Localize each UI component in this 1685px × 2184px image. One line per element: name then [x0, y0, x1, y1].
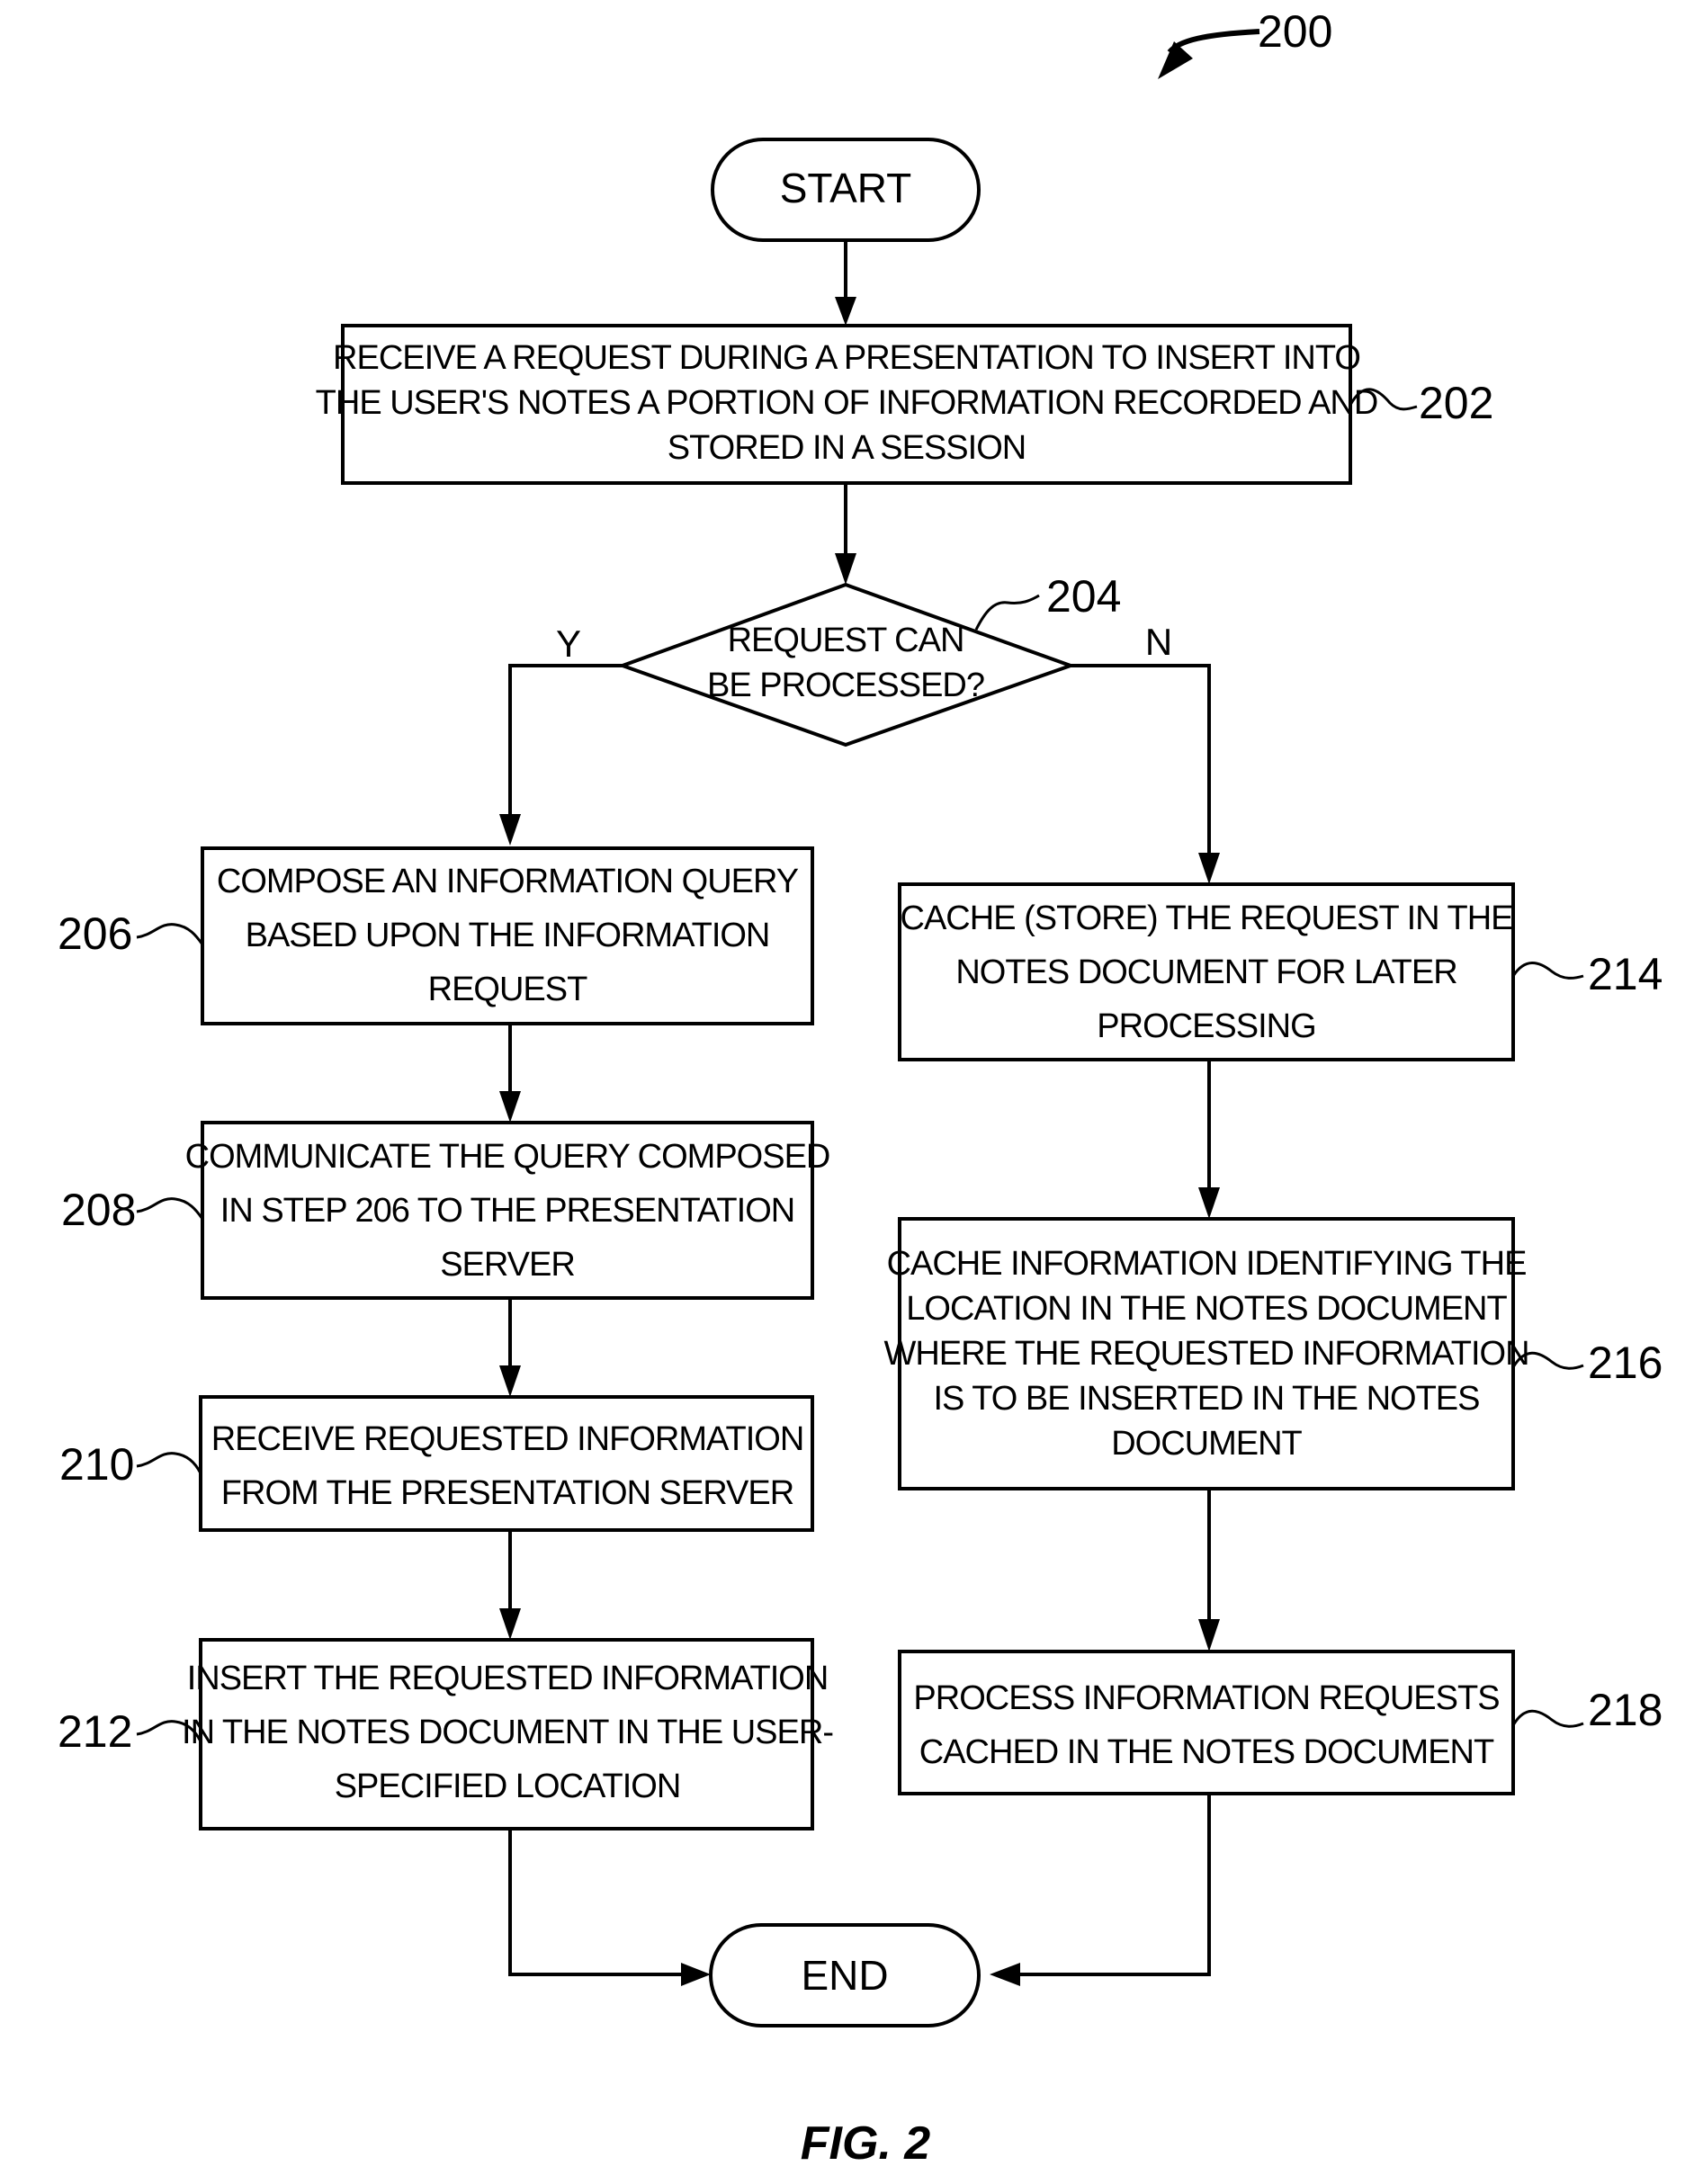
end-label: END [801, 1952, 888, 1999]
step-214-ref: 214 [1588, 949, 1663, 999]
arrowhead-212 [499, 1608, 521, 1640]
step-210-ref: 210 [59, 1439, 134, 1490]
step-216-line-2: LOCATION IN THE NOTES DOCUMENT [906, 1290, 1507, 1328]
step-218-leader [1511, 1709, 1584, 1728]
figure-caption: FIG. 2 [801, 2117, 931, 2170]
step-212-line-3: SPECIFIED LOCATION [335, 1768, 681, 1805]
connector-204-yes [508, 664, 623, 814]
connector-218-end [1017, 1794, 1211, 1976]
decision-204-leader [974, 594, 1040, 631]
arrowhead-208 [499, 1091, 521, 1123]
step-216-line-5: DOCUMENT [1111, 1425, 1302, 1463]
step-208-ref: 208 [61, 1185, 136, 1235]
step-206-leader [136, 923, 204, 945]
arrowhead-216 [1198, 1187, 1220, 1219]
step-210-line-2: FROM THE PRESENTATION SERVER [221, 1474, 793, 1512]
step-216-line-3: WHERE THE REQUESTED INFORMATION [883, 1335, 1528, 1373]
step-202-line-1: RECEIVE A REQUEST DURING A PRESENTATION … [333, 339, 1360, 377]
step-214-line-3: PROCESSING [1097, 1007, 1315, 1045]
arrowhead-end-left [681, 1963, 711, 1986]
figure-ref-arrowhead [1158, 41, 1193, 79]
figure-ref-label: 200 [1258, 6, 1332, 57]
decision-yes-label: Y [556, 622, 581, 665]
decision-no-label: N [1145, 621, 1172, 663]
step-206-line-1: COMPOSE AN INFORMATION QUERY [217, 863, 799, 900]
step-210-leader [136, 1452, 202, 1474]
decision-204-line-1: REQUEST CAN [728, 622, 964, 659]
step-214-leader [1511, 962, 1584, 980]
arrowhead-218 [1198, 1619, 1220, 1651]
step-216-ref: 216 [1588, 1338, 1663, 1388]
step-218-box [898, 1650, 1515, 1795]
arrowhead-210 [499, 1365, 521, 1397]
step-212-line-2: IN THE NOTES DOCUMENT IN THE USER- [182, 1714, 833, 1751]
step-208-leader [136, 1197, 204, 1220]
arrowhead-end-right [990, 1963, 1020, 1986]
decision-204-ref: 204 [1046, 571, 1121, 622]
step-212-line-1: INSERT THE REQUESTED INFORMATION [187, 1660, 829, 1697]
step-208-line-3: SERVER [440, 1246, 575, 1284]
decision-204-diamond [617, 582, 1076, 747]
step-206-line-3: REQUEST [428, 971, 587, 1008]
step-202-line-3: STORED IN A SESSION [668, 429, 1026, 467]
step-218-line-2: CACHED IN THE NOTES DOCUMENT [919, 1733, 1494, 1771]
start-label: START [780, 165, 912, 211]
arrowhead-204 [835, 553, 856, 585]
step-216-line-4: IS TO BE INSERTED IN THE NOTES [933, 1380, 1479, 1418]
step-206-line-2: BASED UPON THE INFORMATION [246, 917, 770, 954]
step-214-line-1: CACHE (STORE) THE REQUEST IN THE [901, 900, 1513, 937]
connector-212-end [508, 1829, 684, 1976]
step-218-line-1: PROCESS INFORMATION REQUESTS [913, 1679, 1499, 1717]
arrowhead-202 [835, 297, 856, 326]
step-214-line-2: NOTES DOCUMENT FOR LATER [955, 953, 1456, 991]
flowchart: 200 START RECEIVE A REQUEST DURING A PRE… [58, 6, 1663, 2170]
step-208-line-2: IN STEP 206 TO THE PRESENTATION [220, 1192, 794, 1230]
step-208-line-1: COMMUNICATE THE QUERY COMPOSED [185, 1138, 830, 1176]
arrowhead-214 [1198, 853, 1220, 884]
connector-204-no [1071, 664, 1211, 853]
step-212-ref: 212 [58, 1706, 132, 1757]
step-216-line-1: CACHE INFORMATION IDENTIFYING THE [887, 1245, 1527, 1283]
decision-204-line-2: BE PROCESSED? [707, 667, 984, 704]
step-218-ref: 218 [1588, 1685, 1663, 1735]
arrowhead-206 [499, 814, 521, 846]
step-202-line-2: THE USER'S NOTES A PORTION OF INFORMATIO… [316, 384, 1378, 422]
step-202-ref: 202 [1419, 378, 1493, 428]
step-210-line-1: RECEIVE REQUESTED INFORMATION [211, 1420, 804, 1458]
step-206-ref: 206 [58, 909, 132, 959]
figure-ref-leader [1167, 29, 1260, 55]
